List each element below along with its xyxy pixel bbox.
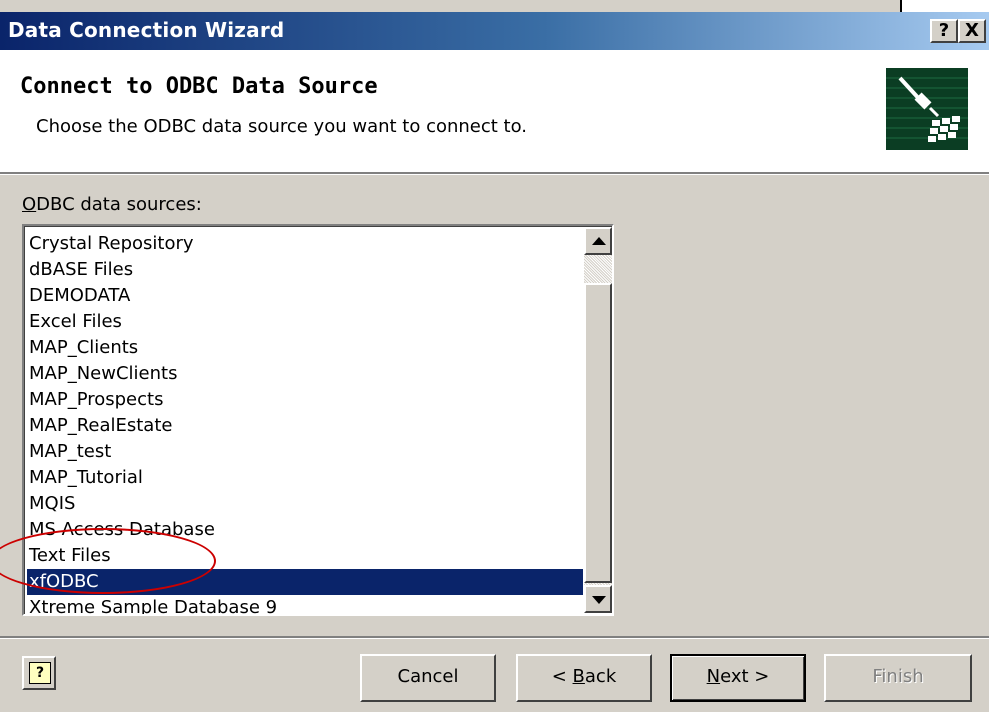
page-subtitle: Choose the ODBC data source you want to … <box>36 116 528 137</box>
listbox-inner: Crystal Repository dBASE Files DEMODATA Exc… <box>24 226 612 614</box>
arrow-up-icon <box>592 237 606 245</box>
next-button-label: ext > <box>720 666 770 687</box>
list-item[interactable]: MAP_RealEstate <box>27 413 583 439</box>
help-button-footer[interactable]: ? <box>22 656 56 690</box>
list-item[interactable]: Crystal Repository <box>27 231 583 257</box>
close-button[interactable]: X <box>958 19 986 43</box>
list-item[interactable]: Xtreme Sample Database 9 <box>27 595 583 614</box>
list-item[interactable]: DEMODATA <box>27 283 583 309</box>
back-button[interactable]: < Back <box>516 654 652 702</box>
title-bar[interactable]: Data Connection Wizard ? X <box>0 12 989 50</box>
background-window-area <box>902 0 989 12</box>
list-items: Crystal Repository dBASE Files DEMODATA Exc… <box>27 231 583 614</box>
list-item[interactable]: MAP_Tutorial <box>27 465 583 491</box>
page-title: Connect to ODBC Data Source <box>20 74 378 99</box>
list-label: ODBC data sources: <box>22 194 202 215</box>
window-title: Data Connection Wizard <box>8 18 285 42</box>
odbc-data-sources-listbox[interactable]: Crystal Repository dBASE Files DEMODATA Exc… <box>22 224 614 616</box>
vertical-scrollbar[interactable] <box>584 227 612 613</box>
help-question-icon: ? <box>29 662 51 684</box>
back-button-accel: B <box>572 666 585 687</box>
list-item[interactable]: MS Access Database <box>27 517 583 543</box>
wizard-header: Connect to ODBC Data Source Choose the O… <box>0 50 989 172</box>
back-button-label: ack <box>584 666 617 687</box>
help-button[interactable]: ? <box>930 19 958 43</box>
next-button-accel: N <box>706 666 721 687</box>
cancel-button[interactable]: Cancel <box>360 654 496 702</box>
next-button[interactable]: Next > <box>670 654 806 702</box>
header-divider <box>0 172 989 175</box>
arrow-down-icon <box>592 596 606 604</box>
list-label-text: DBC data sources: <box>36 194 202 215</box>
back-button-prefix: < <box>551 666 573 687</box>
list-item[interactable]: Excel Files <box>27 309 583 335</box>
scroll-thumb[interactable] <box>584 283 612 583</box>
list-item[interactable]: xfODBC <box>27 569 583 595</box>
list-label-accel: O <box>22 194 37 215</box>
scroll-down-button[interactable] <box>584 585 612 613</box>
list-item[interactable]: MAP_NewClients <box>27 361 583 387</box>
list-item[interactable]: MAP_Clients <box>27 335 583 361</box>
list-item[interactable]: Text Files <box>27 543 583 569</box>
finish-button[interactable]: Finish <box>824 654 972 702</box>
footer-divider <box>0 636 989 639</box>
list-item[interactable]: MAP_test <box>27 439 583 465</box>
data-connection-plug-icon <box>886 68 968 150</box>
scroll-up-button[interactable] <box>584 227 612 255</box>
background-window-strip <box>0 0 989 12</box>
list-item[interactable]: MAP_Prospects <box>27 387 583 413</box>
list-item[interactable]: dBASE Files <box>27 257 583 283</box>
list-item[interactable]: MQIS <box>27 491 583 517</box>
